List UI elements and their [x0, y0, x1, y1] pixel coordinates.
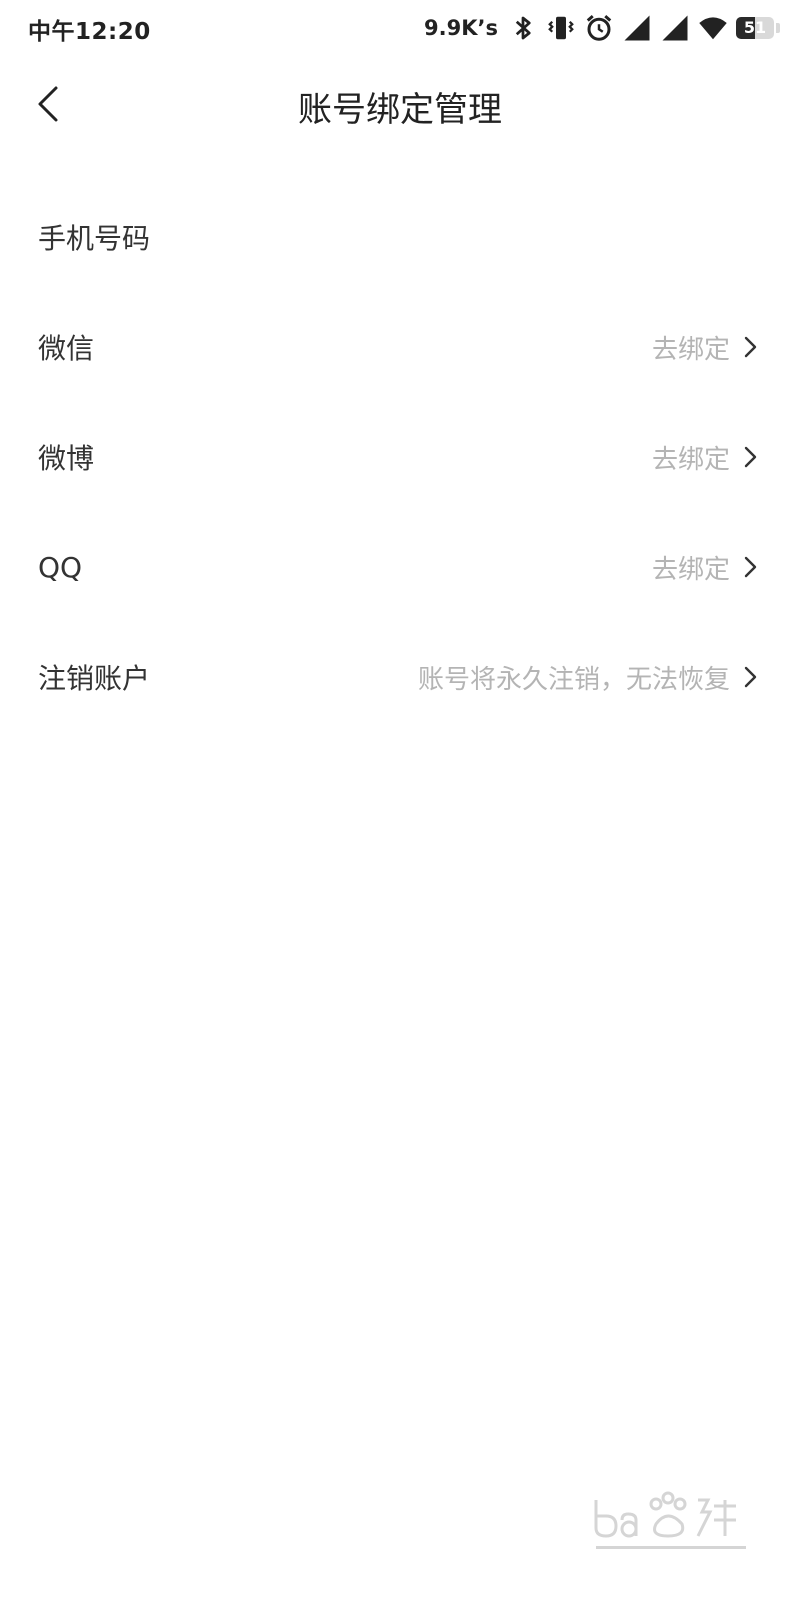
chevron-right-icon — [740, 443, 762, 471]
chevron-right-icon — [740, 663, 762, 691]
bind-status: 去绑定 — [651, 554, 730, 585]
bind-status: 去绑定 — [651, 444, 730, 475]
alarm-icon — [584, 13, 614, 43]
list-item-label: 微信 — [38, 332, 95, 365]
baidu-jingyan-watermark — [586, 1480, 756, 1560]
account-binding-list: 手机号码 微信 去绑定 微博 去绑定 QQ 去绑定 注销账户 账号将永久注销，无… — [0, 182, 800, 732]
list-item-weibo[interactable]: 微博 去绑定 — [0, 402, 800, 512]
list-item-label: 注销账户 — [38, 662, 151, 695]
signal-icon — [622, 13, 652, 43]
battery-level: 51 — [743, 18, 767, 37]
list-item-label: QQ — [38, 550, 83, 584]
cancel-account-hint: 账号将永久注销，无法恢复 — [417, 664, 730, 695]
header: 账号绑定管理 — [0, 60, 800, 156]
vibrate-icon — [546, 13, 576, 43]
status-icons: 9.9K’s 51 — [424, 10, 780, 46]
list-item-cancel-account[interactable]: 注销账户 账号将永久注销，无法恢复 — [0, 622, 800, 732]
status-bar: 中午12:20 9.9K’s 51 — [0, 0, 800, 56]
list-item-wechat[interactable]: 微信 去绑定 — [0, 292, 800, 402]
chevron-right-icon — [740, 553, 762, 581]
bind-status: 去绑定 — [651, 334, 730, 365]
list-item-phone-number[interactable]: 手机号码 — [0, 182, 800, 292]
battery-icon: 51 — [736, 15, 780, 41]
list-item-label: 微博 — [38, 442, 95, 475]
signal-icon — [660, 13, 690, 43]
status-time: 中午12:20 — [28, 19, 151, 45]
list-item-qq[interactable]: QQ 去绑定 — [0, 512, 800, 622]
wifi-icon — [698, 13, 728, 43]
network-speed: 9.9K’s — [424, 16, 498, 40]
bluetooth-icon — [508, 13, 538, 43]
page-title: 账号绑定管理 — [298, 90, 502, 130]
chevron-right-icon — [740, 333, 762, 361]
list-item-label: 手机号码 — [38, 222, 151, 255]
